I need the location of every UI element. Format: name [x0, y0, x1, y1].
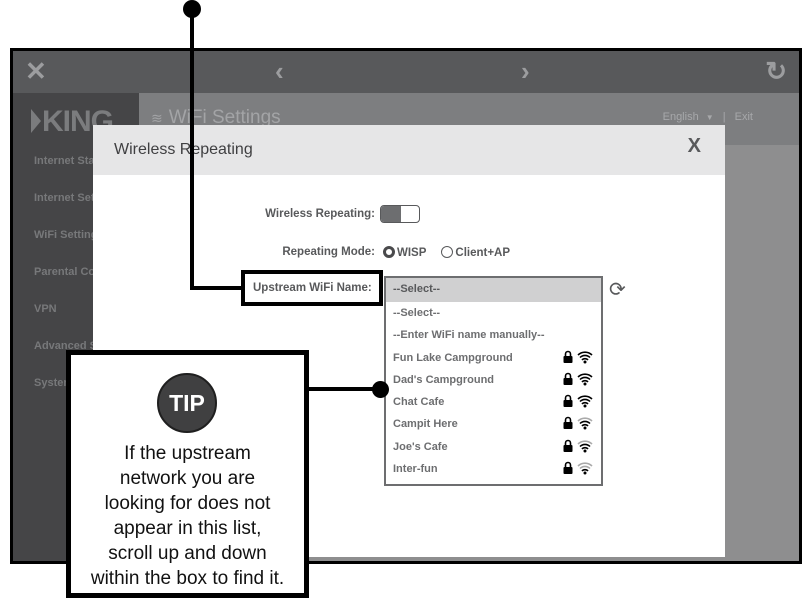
tip-line: scroll up and down: [108, 543, 267, 564]
option-label: Inter-fun: [393, 463, 438, 476]
dropdown-option[interactable]: Dad's Campground: [386, 369, 601, 391]
tip-line: appear in this list,: [113, 518, 262, 539]
dropdown-option[interactable]: --Select--: [386, 302, 601, 324]
tip-connector-dot: [372, 381, 389, 398]
tip-connector-line: [309, 387, 381, 391]
wifi-signal-icon: [577, 440, 593, 453]
toggle-knob: [381, 206, 401, 222]
option-icons: [563, 350, 593, 364]
callout-line: [190, 6, 194, 290]
upstream-wifi-dropdown[interactable]: --Select-- --Select-- --Enter WiFi name m…: [384, 276, 603, 486]
option-icons: [563, 461, 593, 475]
tip-line: within the box to find it.: [90, 568, 285, 589]
lock-icon: [563, 350, 573, 363]
option-icons: [563, 394, 593, 408]
tip-callout: TIP If the upstream network you are look…: [66, 350, 309, 598]
radio-client-ap[interactable]: Client+AP: [441, 246, 511, 259]
repeating-mode-label: Repeating Mode:: [282, 246, 375, 258]
option-label: --Enter WiFi name manually--: [393, 329, 545, 342]
lock-icon: [563, 394, 573, 408]
wifi-icon: ≋: [151, 110, 163, 126]
lock-icon: [563, 439, 573, 452]
dropdown-option[interactable]: Inter-fun: [386, 458, 601, 480]
lock-icon: [563, 461, 573, 475]
wireless-repeating-toggle[interactable]: [380, 205, 420, 223]
logo-triangle-icon: [31, 109, 41, 133]
dropdown-option[interactable]: Fun Lake Campground: [386, 347, 601, 369]
modal-header: Wireless Repeating X: [93, 125, 725, 175]
sidebar-item-vpn[interactable]: VPN: [34, 303, 57, 315]
option-label: Joe's Cafe: [393, 440, 448, 453]
tip-badge: TIP: [157, 373, 217, 433]
option-icons: [563, 439, 593, 453]
wireless-repeating-label: Wireless Repeating:: [265, 208, 375, 220]
wifi-signal-icon: [577, 373, 593, 386]
radio-unselected-icon: [441, 246, 454, 258]
option-label: Campit Here: [393, 418, 458, 431]
dropdown-selected-value[interactable]: --Select--: [386, 278, 601, 302]
dropdown-options: --Select-- --Enter WiFi name manually-- Fu…: [386, 302, 601, 480]
wifi-signal-icon: [577, 350, 593, 364]
modal-close-button[interactable]: X: [688, 135, 701, 158]
option-icons: [563, 372, 593, 386]
language-select[interactable]: English: [663, 111, 699, 123]
option-label: Fun Lake Campground: [393, 351, 513, 364]
forward-arrow-icon[interactable]: ›: [521, 57, 530, 85]
wifi-signal-icon: [577, 395, 593, 408]
dropdown-option[interactable]: Joe's Cafe: [386, 436, 601, 458]
wifi-signal-icon: [577, 417, 593, 430]
callout-line: [190, 286, 246, 290]
upstream-wifi-name-label: Upstream WiFi Name:: [253, 282, 372, 294]
option-label: Dad's Campground: [393, 373, 495, 386]
browser-toolbar: ✕ ‹ › ↻: [13, 51, 799, 93]
tip-line: network you are: [119, 468, 256, 489]
option-icons: [563, 416, 593, 430]
lock-icon: [563, 417, 573, 430]
dropdown-option[interactable]: --Enter WiFi name manually--: [386, 324, 601, 346]
dropdown-option[interactable]: Campit Here: [386, 413, 601, 435]
upstream-label-highlight: Upstream WiFi Name:: [241, 270, 383, 306]
refresh-icon[interactable]: ⟳: [609, 277, 626, 302]
tip-line: looking for does not: [104, 493, 271, 514]
chevron-down-icon[interactable]: ▼: [706, 113, 714, 122]
tip-line: If the upstream: [124, 443, 251, 464]
close-icon[interactable]: ✕: [25, 57, 47, 85]
radio-label: Client+AP: [455, 247, 511, 259]
exit-link[interactable]: Exit: [735, 111, 753, 123]
dropdown-option[interactable]: Chat Cafe: [386, 391, 601, 413]
option-label: Chat Cafe: [393, 396, 445, 409]
separator: |: [722, 111, 726, 123]
tip-text: If the upstream network you are looking …: [71, 441, 304, 591]
lock-icon: [563, 372, 573, 385]
wifi-signal-icon: [577, 462, 593, 475]
radio-label: WISP: [397, 247, 427, 259]
modal-title: Wireless Repeating: [114, 141, 253, 158]
language-bar: English ▼ | Exit: [663, 111, 753, 123]
back-arrow-icon[interactable]: ‹: [275, 57, 284, 85]
repeating-mode-group: WISP Client+AP: [383, 246, 510, 259]
reload-icon[interactable]: ↻: [765, 57, 787, 85]
option-label: --Select--: [393, 307, 441, 319]
radio-wisp[interactable]: WISP: [383, 246, 427, 259]
radio-selected-icon: [383, 246, 395, 258]
